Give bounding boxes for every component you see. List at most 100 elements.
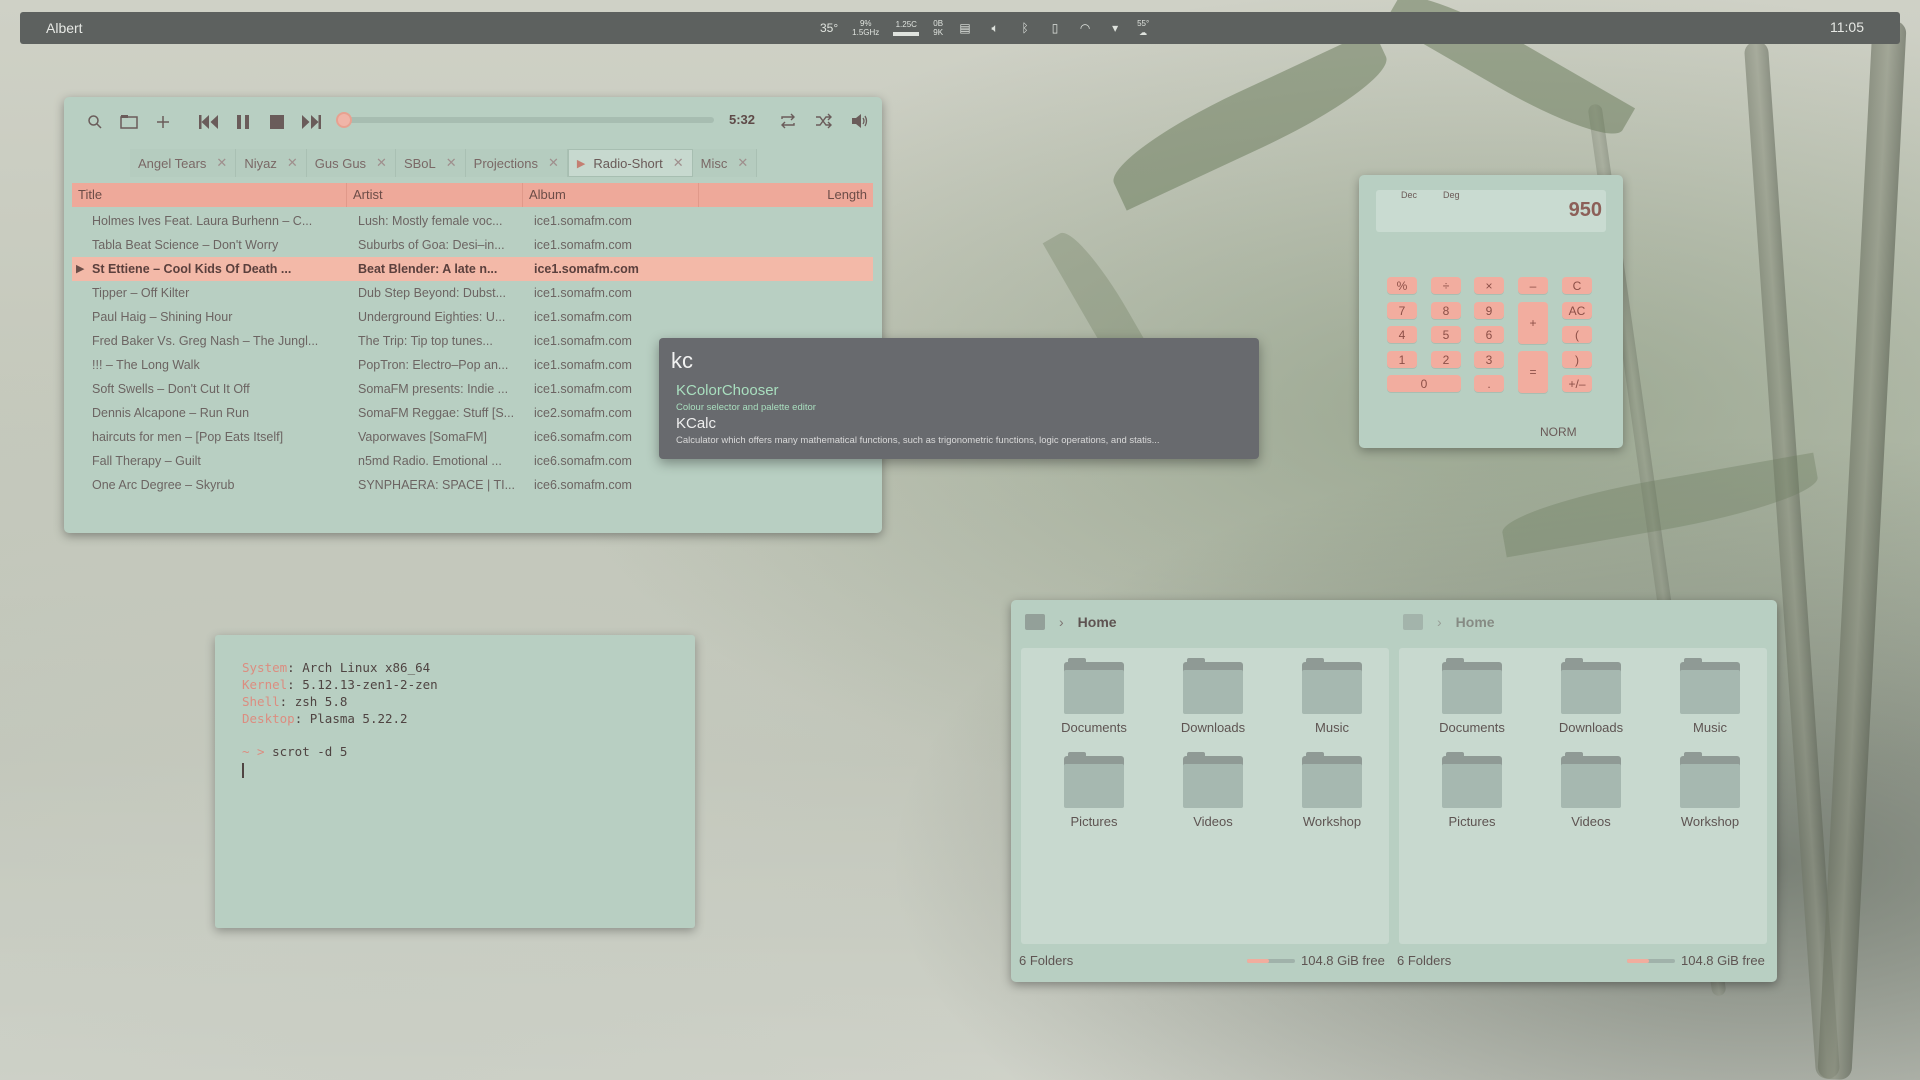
folder-label: Documents — [1439, 720, 1505, 735]
calc-key[interactable]: 6 — [1474, 326, 1504, 343]
repeat-icon[interactable] — [776, 110, 800, 132]
folder-item[interactable]: Pictures — [1417, 752, 1527, 829]
wifi-icon[interactable]: ◠ — [1077, 20, 1093, 36]
stop-icon[interactable] — [264, 111, 290, 133]
folder-item[interactable]: Documents — [1039, 658, 1149, 735]
folder-item[interactable]: Documents — [1417, 658, 1527, 735]
pause-icon[interactable] — [230, 111, 256, 133]
calc-key[interactable]: – — [1518, 277, 1548, 294]
calc-key[interactable]: . — [1474, 375, 1504, 392]
column-artist[interactable]: Artist — [347, 183, 523, 207]
calc-key[interactable]: 0 — [1387, 375, 1461, 392]
bluetooth-icon[interactable]: ᛒ — [1017, 20, 1033, 36]
table-row[interactable]: One Arc Degree – Skyrub SYNPHAERA: SPACE … — [72, 473, 873, 497]
calc-key[interactable]: 2 — [1431, 351, 1461, 368]
table-row[interactable]: Holmes Ives Feat. Laura Burhenn – C... Lu… — [72, 209, 873, 233]
close-icon[interactable]: ✕ — [216, 155, 227, 171]
battery-icon[interactable]: ▯ — [1047, 20, 1063, 36]
seek-slider[interactable] — [336, 112, 714, 128]
table-row[interactable]: Paul Haig – Shining Hour Underground Eigh… — [72, 305, 873, 329]
column-length[interactable]: Length — [699, 183, 873, 207]
shuffle-icon[interactable] — [812, 110, 836, 132]
folder-item[interactable]: Videos — [1158, 752, 1268, 829]
tab-misc[interactable]: Misc ✕ — [692, 149, 758, 177]
track-title: One Arc Degree – Skyrub — [92, 478, 235, 492]
folder-icon — [1561, 658, 1621, 714]
calc-key[interactable]: ( — [1562, 326, 1592, 343]
folder-item[interactable]: Pictures — [1039, 752, 1149, 829]
close-icon[interactable]: ✕ — [548, 155, 559, 171]
calc-key[interactable]: 3 — [1474, 351, 1504, 368]
calc-key[interactable]: 5 — [1431, 326, 1461, 343]
close-icon[interactable]: ✕ — [737, 155, 748, 171]
volume-icon[interactable] — [848, 110, 872, 132]
track-artist: PopTron: Electro–Pop an... — [358, 358, 509, 372]
launcher-query[interactable]: kc — [671, 348, 693, 374]
expand-tray-icon[interactable]: ▾ — [1107, 20, 1123, 36]
track-album: ice1.somafm.com — [534, 214, 632, 228]
calc-key[interactable]: % — [1387, 277, 1417, 294]
result-kcalc[interactable]: KCalc — [676, 415, 716, 432]
open-folder-icon[interactable] — [116, 111, 142, 133]
folder-item[interactable]: Workshop — [1655, 752, 1765, 829]
table-row[interactable]: Tipper – Off Kilter Dub Step Beyond: Dubs… — [72, 281, 873, 305]
file-pane-right[interactable]: Documents Downloads Music Pictures Videos Wor… — [1399, 648, 1767, 944]
calc-key[interactable]: 8 — [1431, 302, 1461, 319]
folder-item[interactable]: Music — [1277, 658, 1387, 735]
close-icon[interactable]: ✕ — [446, 155, 457, 171]
calc-key[interactable]: = — [1518, 351, 1548, 393]
result-kcolorchooser[interactable]: KColorChooser — [676, 382, 779, 399]
folder-item[interactable]: Downloads — [1536, 658, 1646, 735]
launcher-button[interactable]: Albert — [46, 20, 83, 36]
folder-item[interactable]: Workshop — [1277, 752, 1387, 829]
column-title[interactable]: Title — [72, 183, 347, 207]
calc-key[interactable]: × — [1474, 277, 1504, 294]
folder-item[interactable]: Music — [1655, 658, 1765, 735]
tab-radio-short[interactable]: ▶ Radio-Short ✕ — [567, 149, 693, 177]
gpu-monitor: 1.25C — [893, 20, 920, 36]
previous-track-icon[interactable] — [196, 111, 222, 133]
table-row[interactable]: Tabla Beat Science – Don't Worry Suburbs … — [72, 233, 873, 257]
clipboard-icon[interactable]: ▤ — [957, 20, 973, 36]
folder-icon — [1025, 614, 1045, 630]
folder-label: Videos — [1571, 814, 1611, 829]
terminal-cursor — [242, 763, 244, 778]
calc-key[interactable]: C — [1562, 277, 1592, 294]
tab-angel-tears[interactable]: Angel Tears ✕ — [130, 149, 237, 177]
calc-key[interactable]: 4 — [1387, 326, 1417, 343]
track-artist: Beat Blender: A late n... — [358, 262, 498, 276]
search-icon[interactable] — [82, 111, 108, 133]
close-icon[interactable]: ✕ — [376, 155, 387, 171]
breadcrumb[interactable]: › Home — [1403, 614, 1495, 630]
tab-projections[interactable]: Projections ✕ — [465, 149, 568, 177]
folder-item[interactable]: Videos — [1536, 752, 1646, 829]
track-artist: Vaporwaves [SomaFM] — [358, 430, 487, 444]
calc-key[interactable]: +/– — [1562, 375, 1592, 392]
calc-key[interactable]: + — [1518, 302, 1548, 344]
next-track-icon[interactable] — [298, 111, 324, 133]
seek-handle[interactable] — [336, 112, 352, 128]
add-icon[interactable] — [150, 111, 176, 133]
breadcrumb[interactable]: › Home — [1025, 614, 1117, 630]
folder-item[interactable]: Downloads — [1158, 658, 1268, 735]
weather-widget[interactable]: 55° ☁ — [1137, 19, 1149, 37]
close-icon[interactable]: ✕ — [287, 155, 298, 171]
close-icon[interactable]: ✕ — [673, 155, 684, 171]
tab-gus-gus[interactable]: Gus Gus ✕ — [306, 149, 396, 177]
table-row[interactable]: ▶ St Ettiene – Cool Kids Of Death ... Beat… — [72, 257, 873, 281]
calc-key[interactable]: 1 — [1387, 351, 1417, 368]
network-monitor: 0B 9K — [933, 19, 944, 37]
volume-icon[interactable]: 🔈︎ — [987, 20, 1003, 36]
tab-niyaz[interactable]: Niyaz ✕ — [236, 149, 307, 177]
calc-key[interactable]: ) — [1562, 351, 1592, 368]
column-album[interactable]: Album — [523, 183, 699, 207]
file-pane-left[interactable]: Documents Downloads Music Pictures Videos Wor… — [1021, 648, 1389, 944]
tab-sbol[interactable]: SBoL ✕ — [395, 149, 466, 177]
terminal-window[interactable]: System: Arch Linux x86_64 Kernel: 5.12.1… — [215, 635, 695, 928]
calc-key[interactable]: 9 — [1474, 302, 1504, 319]
base-mode: Dec — [1401, 190, 1418, 200]
clock[interactable]: 11:05 — [1830, 19, 1864, 35]
calc-key[interactable]: ÷ — [1431, 277, 1461, 294]
calc-key[interactable]: AC — [1562, 302, 1592, 319]
calc-key[interactable]: 7 — [1387, 302, 1417, 319]
